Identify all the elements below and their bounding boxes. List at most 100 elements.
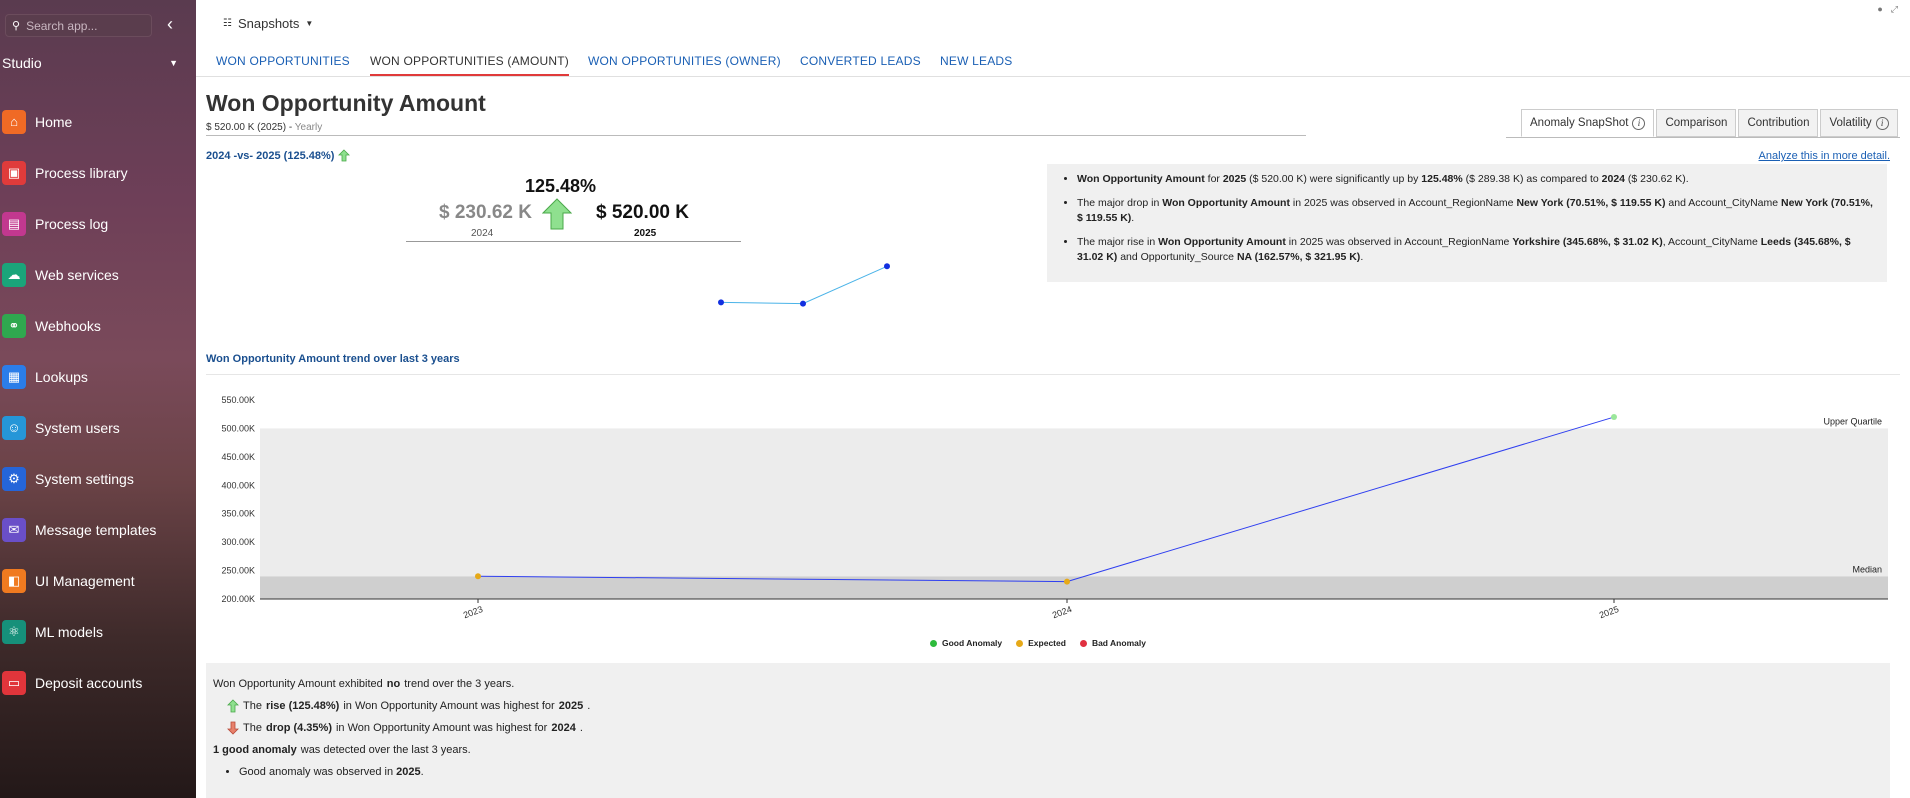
deposit-accounts-icon: ▭ (2, 670, 26, 695)
sidebar-item-label: Lookups (35, 368, 88, 385)
settings-dot-icon[interactable]: ● (1877, 4, 1882, 15)
insight-anomaly-detail: Good anomaly was observed in 2025. (239, 761, 1883, 783)
expand-icon[interactable]: ⤢ (1891, 4, 1898, 15)
legend-label: Good Anomaly (942, 638, 1003, 648)
search-input[interactable] (26, 18, 142, 33)
sidebar-item-label: System users (35, 419, 120, 436)
sidebar-item-label: UI Management (35, 572, 135, 589)
tab-comparison[interactable]: Comparison (1656, 109, 1737, 137)
sidebar-item-deposit-accounts[interactable]: ▭ Deposit accounts (0, 657, 196, 708)
search-box[interactable]: ⚲ (5, 14, 152, 37)
sidebar-item-label: Process log (35, 215, 109, 232)
ml-models-icon: ⚛ (2, 619, 26, 644)
process-log-icon: ▤ (2, 211, 26, 236)
y-tick-label: 500.00K (221, 423, 255, 433)
y-tick-label: 400.00K (221, 480, 255, 490)
legend-dot (930, 639, 937, 647)
sidebar-item-process-log[interactable]: ▤ Process log (0, 198, 196, 249)
summary-item: The major rise in Won Opportunity Amount… (1077, 235, 1877, 265)
sidebar-item-webhooks[interactable]: ⚭ Webhooks (0, 300, 196, 351)
snapshots-dropdown[interactable]: ☷ Snapshots ▼ (223, 16, 313, 31)
main-content: ☷ Snapshots ▼ ● ⤢ WON OPPORTUNITIES WON … (196, 0, 1910, 798)
comparison-label: 2024 -vs- 2025 (125.48%) (206, 149, 351, 162)
tab-new-leads[interactable]: NEW LEADS (940, 54, 1012, 74)
kpi-previous-year: 2024 (471, 228, 494, 239)
sidebar-nav: ⌂ Home ▣ Process library ▤ Process log ☁ Web se… (0, 96, 196, 708)
tab-contribution[interactable]: Contribution (1738, 109, 1819, 137)
y-tick-label: 300.00K (221, 537, 255, 547)
window-controls: ● ⤢ (1877, 4, 1898, 15)
summary-item: Won Opportunity Amount for 2025 ($ 520.0… (1077, 172, 1877, 187)
tab-anomaly-snapshot[interactable]: Anomaly SnapShot i (1521, 109, 1655, 137)
tab-won-opportunities-owner[interactable]: WON OPPORTUNITIES (OWNER) (588, 54, 781, 74)
caret-down-icon: ▼ (305, 19, 314, 28)
x-tick-label: 2025 (1598, 604, 1620, 620)
sidebar-item-web-services[interactable]: ☁ Web services (0, 249, 196, 300)
info-icon[interactable]: i (1632, 116, 1646, 130)
legend-item[interactable]: Expected (1016, 638, 1066, 648)
y-tick-label: 350.00K (221, 509, 255, 519)
topbar: ☷ Snapshots ▼ ● ⤢ (196, 0, 1910, 45)
insight-rise: The rise (125.48%) in Won Opportunity Am… (213, 695, 1883, 717)
sidebar-item-home[interactable]: ⌂ Home (0, 96, 196, 147)
x-tick-label: 2023 (462, 604, 484, 620)
system-users-icon: ☺ (2, 415, 26, 440)
y-tick-label: 250.00K (221, 566, 255, 576)
kpi-percent-change: 125.48% (525, 176, 597, 196)
sidebar-item-system-users[interactable]: ☺ System users (0, 402, 196, 453)
legend-dot (1016, 639, 1024, 647)
sidebar-item-label: ML models (35, 623, 103, 640)
kpi-divider (406, 241, 741, 242)
up-arrow-icon (542, 198, 572, 230)
view-tab-divider (1506, 137, 1900, 138)
reference-line-label: Upper Quartile (1823, 416, 1882, 426)
workspace-selector[interactable]: Studio ▼ (2, 52, 178, 74)
legend-item[interactable]: Bad Anomaly (1079, 638, 1146, 648)
sidebar-item-label: Process library (35, 164, 128, 181)
data-point (475, 573, 481, 580)
sidebar-item-message-templates[interactable]: ✉ Message templates (0, 504, 196, 555)
legend-item[interactable]: Good Anomaly (930, 638, 1002, 648)
tab-won-opportunities[interactable]: WON OPPORTUNITIES (216, 54, 350, 74)
workspace-label: Studio (2, 55, 42, 71)
sidebar-item-ui-management[interactable]: ◧ UI Management (0, 555, 196, 606)
data-point (1611, 414, 1617, 421)
sidebar-item-lookups[interactable]: ▦ Lookups (0, 351, 196, 402)
tab-won-opportunities-amount[interactable]: WON OPPORTUNITIES (AMOUNT) (370, 54, 569, 76)
quartile-band (260, 428, 1888, 577)
sidebar-item-system-settings[interactable]: ⚙ System settings (0, 453, 196, 504)
tab-volatility[interactable]: Volatility i (1820, 109, 1898, 137)
sidebar-item-label: Webhooks (35, 317, 101, 334)
subtitle-value: $ 520.00 K (2025) - (206, 122, 295, 133)
data-point (1064, 578, 1070, 585)
web-services-icon: ☁ (2, 262, 26, 287)
analyze-detail-link[interactable]: Analyze this in more detail. (1759, 150, 1890, 162)
sidebar-item-label: Home (35, 113, 73, 130)
insight-trend: Won Opportunity Amount exhibited no tren… (213, 678, 515, 690)
sidebar-item-label: Message templates (35, 521, 157, 538)
title-divider (206, 135, 1306, 136)
sidebar-item-process-library[interactable]: ▣ Process library (0, 147, 196, 198)
tab-converted-leads[interactable]: CONVERTED LEADS (800, 54, 921, 74)
info-icon[interactable]: i (1875, 116, 1889, 130)
collapse-sidebar-button[interactable]: ‹ (160, 14, 180, 36)
kpi-comparison: 125.48% $ 230.62 K 2024 $ 520.00 K 2025 (406, 172, 761, 242)
sparkline-line (720, 265, 888, 305)
y-tick-label: 550.00K (221, 395, 255, 405)
process-library-icon: ▣ (2, 160, 26, 185)
tab-contribution-label: Contribution (1747, 117, 1810, 129)
snapshots-label: Snapshots (237, 16, 300, 31)
insight-drop: The drop (4.35%) in Won Opportunity Amou… (213, 717, 1883, 739)
up-arrow-icon (227, 699, 239, 713)
trend-title: Won Opportunity Amount trend over last 3… (206, 353, 460, 365)
comparison-label-text: 2024 -vs- 2025 (125.48%) (206, 149, 335, 162)
sidebar-item-ml-models[interactable]: ⚛ ML models (0, 606, 196, 657)
summary-panel: Won Opportunity Amount for 2025 ($ 520.0… (1047, 164, 1887, 282)
chart-legend: Good Anomaly Expected Bad Anomaly (930, 638, 1146, 648)
x-tick-label: 2024 (1051, 604, 1073, 620)
system-settings-icon: ⚙ (2, 466, 26, 491)
sparkline-point (800, 300, 806, 307)
caret-down-icon: ▼ (169, 58, 178, 68)
legend-dot (1079, 639, 1087, 647)
y-tick-label: 200.00K (221, 594, 255, 604)
